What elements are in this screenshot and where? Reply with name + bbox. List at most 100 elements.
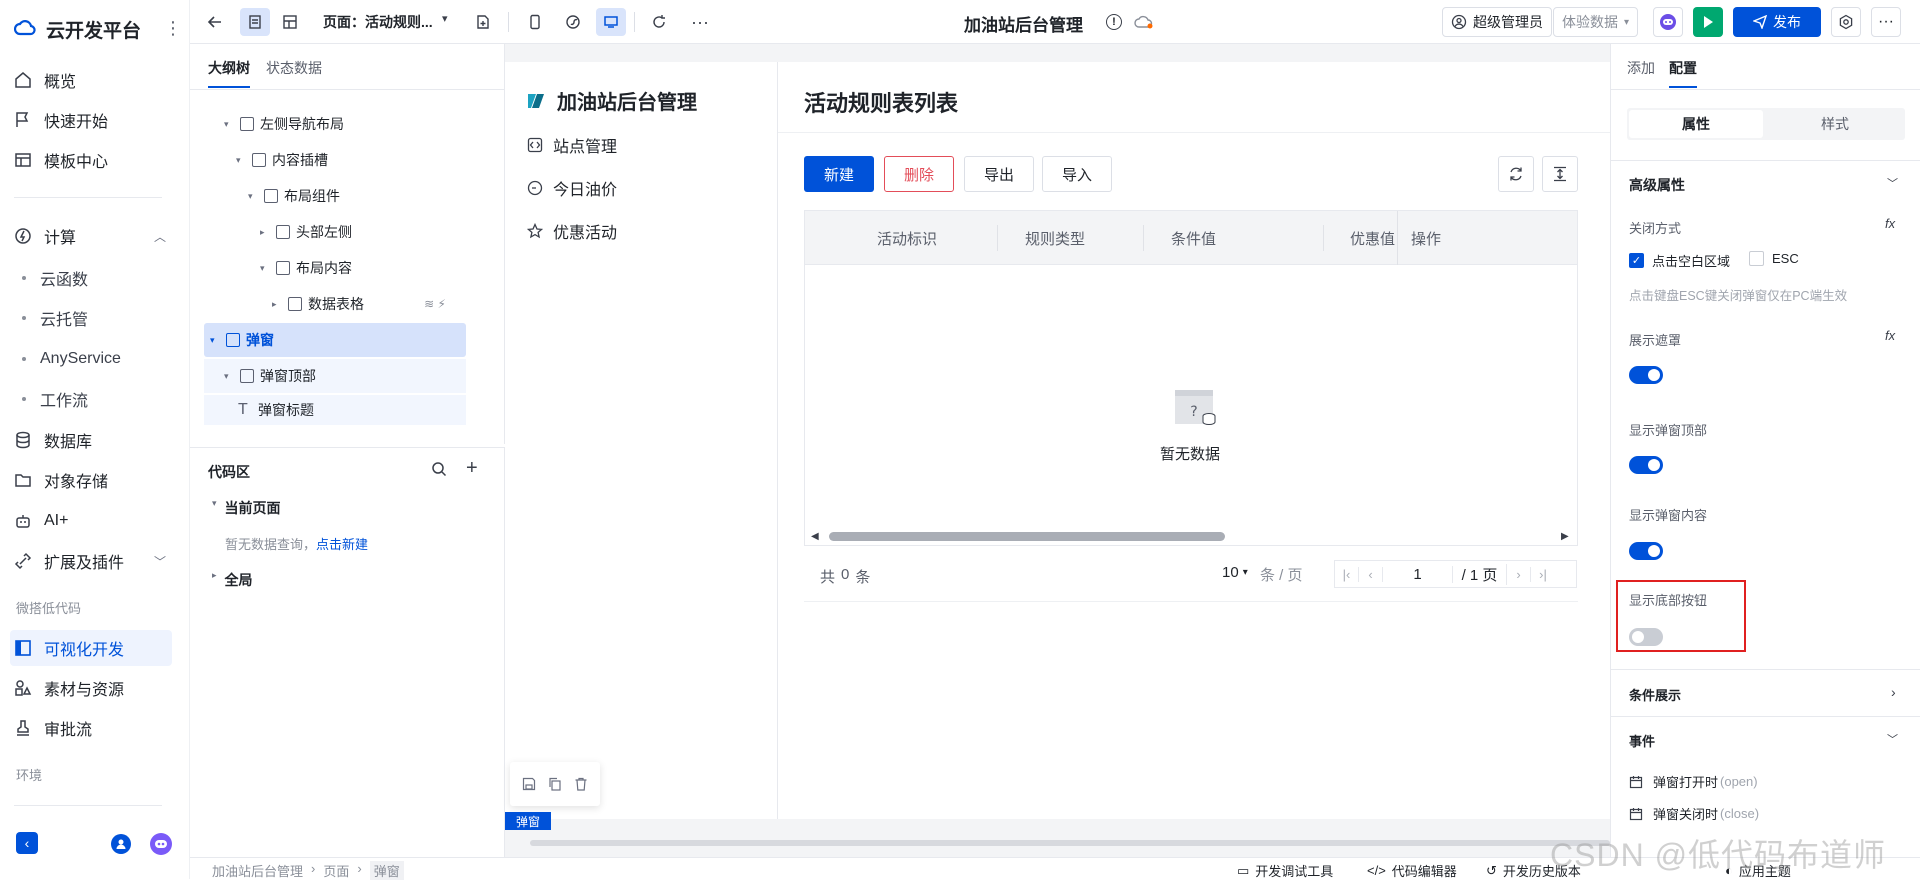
tab-outline-tree[interactable]: 大纲树	[208, 58, 250, 78]
selected-component-tag[interactable]: 弹窗	[505, 812, 551, 830]
chevron-down-icon[interactable]: ▾	[442, 12, 448, 25]
add-page-icon[interactable]	[468, 8, 498, 36]
section-events[interactable]: 事件	[1629, 731, 1655, 750]
breadcrumb-item[interactable]: 页面	[323, 861, 349, 880]
section-condition[interactable]: 条件展示	[1629, 685, 1681, 704]
next-page-icon[interactable]: ›	[1507, 566, 1531, 582]
miniprogram-preview-icon[interactable]	[558, 8, 588, 36]
breadcrumb-item[interactable]: 弹窗	[369, 861, 404, 880]
tree-node[interactable]: ▸ 数据表格 ≋ ⚡	[204, 287, 466, 321]
refresh-icon[interactable]	[644, 8, 674, 36]
page-input[interactable]: 1	[1383, 565, 1453, 583]
layout-view-icon[interactable]	[275, 8, 305, 36]
horizontal-scrollbar[interactable]: ◀ ▶	[811, 531, 1571, 542]
scrollbar-thumb[interactable]	[829, 532, 1225, 541]
add-icon[interactable]: +	[466, 457, 478, 480]
debug-tools-button[interactable]: ▭ 开发调试工具	[1237, 861, 1333, 880]
checkbox-unchecked-icon[interactable]	[1749, 251, 1764, 266]
nav-quickstart[interactable]: 快速开始	[10, 102, 172, 138]
first-page-icon[interactable]: |‹	[1335, 566, 1359, 582]
copy-icon[interactable]	[548, 777, 562, 791]
tree-node[interactable]: ▾ 左侧导航布局	[204, 107, 466, 141]
menu-item-oil-price[interactable]: 今日油价	[527, 176, 617, 200]
new-button[interactable]: 新建	[804, 156, 874, 192]
code-group-global[interactable]: ▸ 全局	[212, 570, 253, 590]
nav-extensions[interactable]: 扩展及插件 ﹀	[10, 543, 172, 579]
nav-storage[interactable]: 对象存储	[10, 462, 172, 498]
event-open[interactable]: 弹窗打开时 (open)	[1629, 772, 1758, 791]
nav-assets[interactable]: 素材与资源	[10, 670, 172, 706]
tree-node[interactable]: ▸ 头部左侧	[204, 215, 466, 249]
code-group-current-page[interactable]: ▾ 当前页面	[212, 498, 281, 518]
show-header-toggle[interactable]	[1629, 456, 1663, 474]
nav-cloud-run[interactable]: 云托管	[22, 303, 88, 333]
nav-ai[interactable]: AI+	[10, 503, 172, 539]
canvas-scrollbar[interactable]	[530, 840, 1610, 846]
tree-node[interactable]: ▾ 弹窗顶部	[204, 359, 466, 393]
tab-config[interactable]: 配置	[1669, 58, 1697, 78]
last-page-icon[interactable]: ›|	[1531, 567, 1555, 582]
column-header[interactable]: 活动标识	[877, 211, 937, 265]
chevron-right-icon[interactable]: ›	[1891, 684, 1896, 700]
section-advanced[interactable]: 高级属性	[1629, 175, 1685, 195]
user-avatar-icon[interactable]	[111, 834, 131, 854]
back-arrow-icon[interactable]	[200, 8, 230, 36]
desktop-preview-icon[interactable]	[596, 8, 626, 36]
import-button[interactable]: 导入	[1042, 156, 1112, 192]
chevron-down-icon[interactable]: ﹀	[1887, 175, 1898, 191]
assistant-icon[interactable]	[150, 833, 172, 855]
delete-icon[interactable]	[574, 777, 588, 791]
tree-node[interactable]: ▾ 布局组件	[204, 179, 466, 213]
cloud-sync-icon[interactable]	[1134, 14, 1154, 30]
tree-node[interactable]: ▾ 布局内容	[204, 251, 466, 285]
export-button[interactable]: 导出	[964, 156, 1034, 192]
nav-overview[interactable]: 概览	[10, 62, 172, 98]
save-icon[interactable]	[522, 777, 536, 791]
show-content-toggle[interactable]	[1629, 542, 1663, 560]
nav-database[interactable]: 数据库	[10, 422, 172, 458]
column-header[interactable]: 规则类型	[1025, 211, 1085, 265]
mobile-preview-icon[interactable]	[520, 8, 550, 36]
chevron-down-icon[interactable]: ﹀	[1887, 731, 1898, 747]
nav-compute[interactable]: 计算 ︿	[10, 218, 172, 254]
show-mask-toggle[interactable]	[1629, 366, 1663, 384]
info-icon[interactable]: !	[1106, 14, 1122, 30]
column-header[interactable]: 优惠值	[1350, 211, 1395, 265]
preview-run-button[interactable]	[1693, 7, 1723, 37]
nav-workflow[interactable]: 工作流	[22, 384, 88, 414]
create-query-link[interactable]: 点击新建	[316, 537, 368, 552]
menu-item-promotions[interactable]: 优惠活动	[527, 219, 617, 243]
breadcrumb-item[interactable]: 加油站后台管理	[212, 861, 303, 880]
close-option-esc[interactable]: ESC	[1749, 251, 1799, 266]
event-close[interactable]: 弹窗关闭时 (close)	[1629, 804, 1759, 823]
tree-node[interactable]: T 弹窗标题	[204, 395, 466, 425]
scroll-left-icon[interactable]: ◀	[811, 531, 819, 542]
code-editor-button[interactable]: </> 代码编辑器	[1367, 861, 1457, 880]
settings-button[interactable]	[1831, 7, 1861, 37]
tree-node-selected[interactable]: ▾ 弹窗	[204, 323, 466, 357]
page-selector[interactable]: 页面：活动规则...	[323, 12, 433, 32]
menu-item-sites[interactable]: 站点管理	[527, 133, 617, 157]
close-option-click-blank[interactable]: ✓ 点击空白区域	[1629, 251, 1730, 270]
prev-page-icon[interactable]: ‹	[1359, 566, 1383, 582]
nav-templates[interactable]: 模板中心	[10, 142, 172, 178]
brand[interactable]: 云开发平台	[14, 14, 141, 44]
checkbox-checked-icon[interactable]: ✓	[1629, 253, 1644, 268]
tab-add[interactable]: 添加	[1627, 58, 1655, 78]
tree-node[interactable]: ▾ 内容插槽	[204, 143, 466, 177]
page-view-icon[interactable]	[240, 8, 270, 36]
subtab-styles[interactable]: 样式	[1767, 110, 1903, 138]
nav-cloud-functions[interactable]: 云函数	[22, 263, 88, 293]
refresh-table-button[interactable]	[1498, 156, 1534, 192]
search-icon[interactable]	[431, 461, 447, 477]
column-header[interactable]: 操作	[1411, 211, 1441, 265]
column-header[interactable]: 条件值	[1171, 211, 1216, 265]
user-role-button[interactable]: 超级管理员	[1442, 7, 1552, 37]
fx-icon[interactable]: fx	[1885, 216, 1895, 231]
delete-button[interactable]: 删除	[884, 156, 954, 192]
nav-visual-dev[interactable]: 可视化开发	[10, 630, 172, 666]
show-footer-toggle[interactable]	[1629, 628, 1663, 646]
tab-state-data[interactable]: 状态数据	[266, 58, 322, 78]
scroll-right-icon[interactable]: ▶	[1561, 531, 1569, 542]
collapse-sidebar-icon[interactable]: ‹	[16, 832, 38, 854]
